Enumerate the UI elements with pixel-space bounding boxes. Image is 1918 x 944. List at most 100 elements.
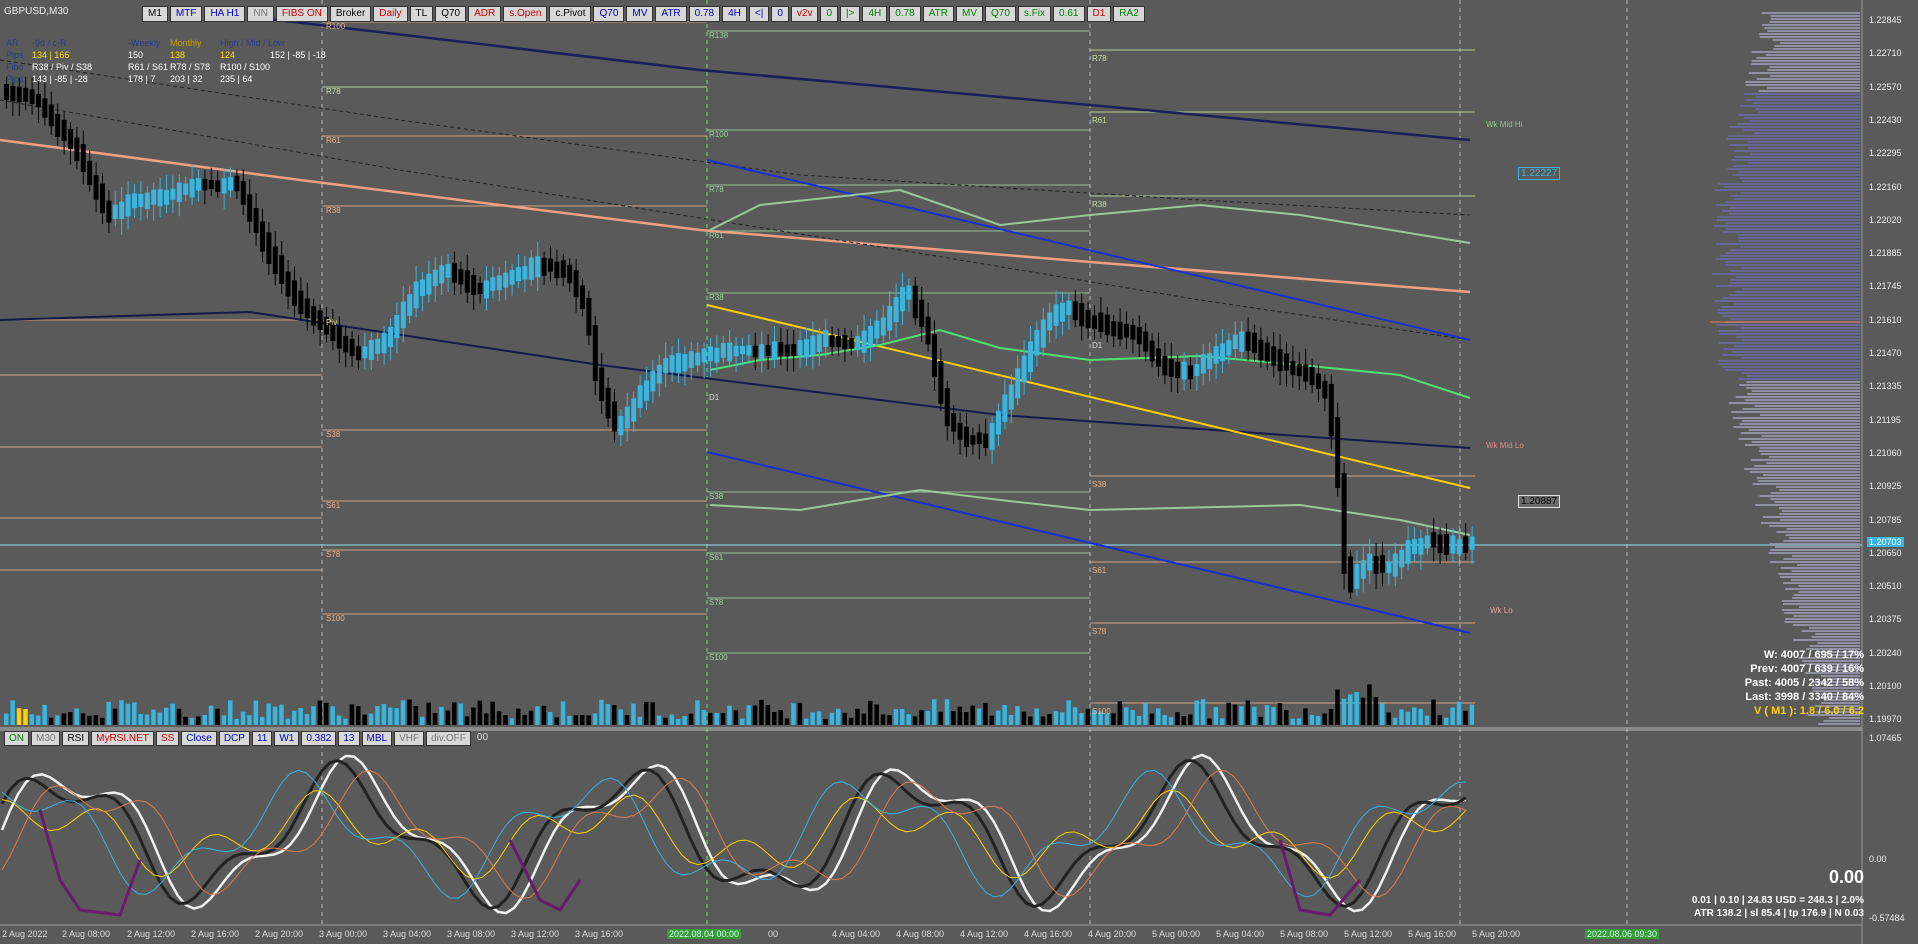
candle-body: [1213, 346, 1219, 364]
volume-bar: [1380, 703, 1385, 725]
candle-body: [1348, 556, 1353, 593]
level-label: R61: [709, 231, 724, 240]
oscillator-toolbar-button[interactable]: div.OFF: [426, 731, 471, 746]
volume-profile-bar: [1793, 594, 1860, 596]
info-cell: 134 | 166: [32, 50, 70, 60]
toolbar-button[interactable]: |>: [840, 6, 861, 22]
toolbar-button[interactable]: Broker: [329, 6, 372, 22]
oscillator-toolbar-button[interactable]: 13: [338, 731, 360, 746]
toolbar-button[interactable]: Q70: [435, 6, 467, 22]
volume-bar: [234, 718, 239, 725]
candle-body: [279, 255, 285, 284]
volume-bar: [1412, 707, 1417, 725]
volume-bar: [1444, 717, 1449, 725]
volume-profile-bar: [1808, 627, 1860, 629]
volume-profile-bar: [1744, 93, 1860, 95]
candle-body: [432, 269, 438, 287]
candle-body: [452, 262, 457, 283]
toolbar-button[interactable]: v2v: [790, 6, 819, 22]
volume-profile-bar: [1766, 462, 1860, 464]
candle-body: [240, 180, 246, 205]
price-chart[interactable]: [0, 0, 1918, 944]
toolbar-button[interactable]: 4H: [862, 6, 888, 22]
volume-profile-bar: [1722, 315, 1860, 317]
volume-bar: [522, 714, 527, 725]
toolbar-button[interactable]: MV: [956, 6, 984, 22]
toolbar-button[interactable]: 0.61: [1053, 6, 1085, 22]
candle-body: [1322, 380, 1328, 399]
volume-bar: [1047, 713, 1052, 725]
toolbar-button[interactable]: 0: [771, 6, 789, 22]
toolbar-button[interactable]: 0.78: [688, 6, 721, 22]
volume-bar: [80, 713, 86, 725]
toolbar-button[interactable]: 0.78: [889, 6, 921, 22]
candle-body: [1271, 346, 1277, 366]
volume-profile-bar: [1779, 513, 1860, 515]
oscillator-toolbar-button[interactable]: SS: [155, 731, 180, 746]
oscillator-toolbar-button[interactable]: M30: [31, 731, 61, 746]
toolbar-button[interactable]: MV: [626, 6, 654, 22]
oscillator-toolbar-button[interactable]: 11: [251, 731, 273, 746]
volume-bar: [16, 708, 22, 725]
toolbar-button[interactable]: D1: [1086, 6, 1112, 22]
toolbar-button[interactable]: MTF: [169, 6, 203, 22]
candle-body: [612, 401, 617, 432]
volume-profile-bar: [1792, 597, 1860, 599]
toolbar-button[interactable]: 4H: [722, 6, 747, 22]
volume-bar: [426, 702, 431, 725]
toolbar-button[interactable]: Daily: [373, 6, 408, 22]
candle-body: [669, 355, 675, 373]
toolbar-button[interactable]: c.Pivot: [549, 6, 592, 22]
volume-profile-bar: [1809, 645, 1860, 647]
candle-body: [560, 260, 566, 278]
volume-bar: [1194, 700, 1199, 725]
candle-body: [93, 175, 99, 200]
volume-profile-bar: [1729, 294, 1860, 296]
volume-profile-bar: [1738, 114, 1860, 116]
toolbar-button[interactable]: HA H1: [204, 6, 246, 22]
oscillator-toolbar-button[interactable]: RSI: [62, 731, 90, 746]
toolbar-button[interactable]: Q70: [593, 6, 625, 22]
volume-bar: [375, 705, 380, 725]
volume-profile-bar: [1741, 267, 1860, 269]
toolbar-button[interactable]: M1: [142, 6, 168, 22]
oscillator-toolbar-button[interactable]: MyRSI.NET: [91, 731, 154, 746]
candle-body: [1290, 361, 1296, 376]
toolbar-button[interactable]: ADR: [468, 6, 502, 22]
volume-bar: [989, 715, 995, 725]
volume-profile-bar: [1769, 21, 1860, 23]
volume-bar: [612, 705, 617, 725]
candle-body: [1232, 334, 1238, 349]
oscillator-toolbar-button[interactable]: W1: [274, 731, 300, 746]
volume-bar: [400, 700, 406, 725]
toolbar-button[interactable]: TL: [409, 6, 434, 22]
volume-bar: [208, 705, 214, 725]
info-cell: Monthly: [170, 38, 202, 48]
time-tick: 2 Aug 12:00: [127, 929, 176, 939]
oscillator-toolbar-button[interactable]: MBL: [361, 731, 393, 746]
oscillator-toolbar-button[interactable]: DCP: [218, 731, 250, 746]
toolbar-button[interactable]: Q70: [985, 6, 1016, 22]
candle-body: [484, 280, 489, 299]
oscillator-toolbar-button[interactable]: 00: [473, 731, 492, 744]
volume-bar: [1002, 704, 1007, 725]
toolbar-button[interactable]: RA2: [1113, 6, 1145, 22]
toolbar-button[interactable]: FIBS ON: [275, 6, 328, 22]
toolbar-button[interactable]: <|: [748, 6, 770, 22]
volume-bar: [112, 708, 118, 725]
price-tick: 1.22570: [1869, 81, 1902, 92]
toolbar-button[interactable]: ATR: [655, 6, 687, 22]
volume-bar: [548, 712, 553, 725]
oscillator-toolbar-button[interactable]: ON: [4, 731, 29, 746]
volume-profile-bar: [1718, 342, 1860, 344]
candle-body: [912, 285, 918, 319]
oscillator-toolbar-button[interactable]: 0.382: [301, 731, 337, 746]
toolbar-button[interactable]: s.Open: [503, 6, 548, 22]
volume-bar: [247, 715, 252, 725]
toolbar-button[interactable]: s.Fix: [1017, 6, 1052, 22]
oscillator-toolbar-button[interactable]: VHF: [394, 731, 425, 746]
toolbar-button[interactable]: 0: [820, 6, 839, 22]
toolbar-button[interactable]: NN: [247, 6, 274, 22]
oscillator-toolbar-button[interactable]: Close: [181, 731, 217, 746]
toolbar-button[interactable]: ATR: [922, 6, 955, 22]
